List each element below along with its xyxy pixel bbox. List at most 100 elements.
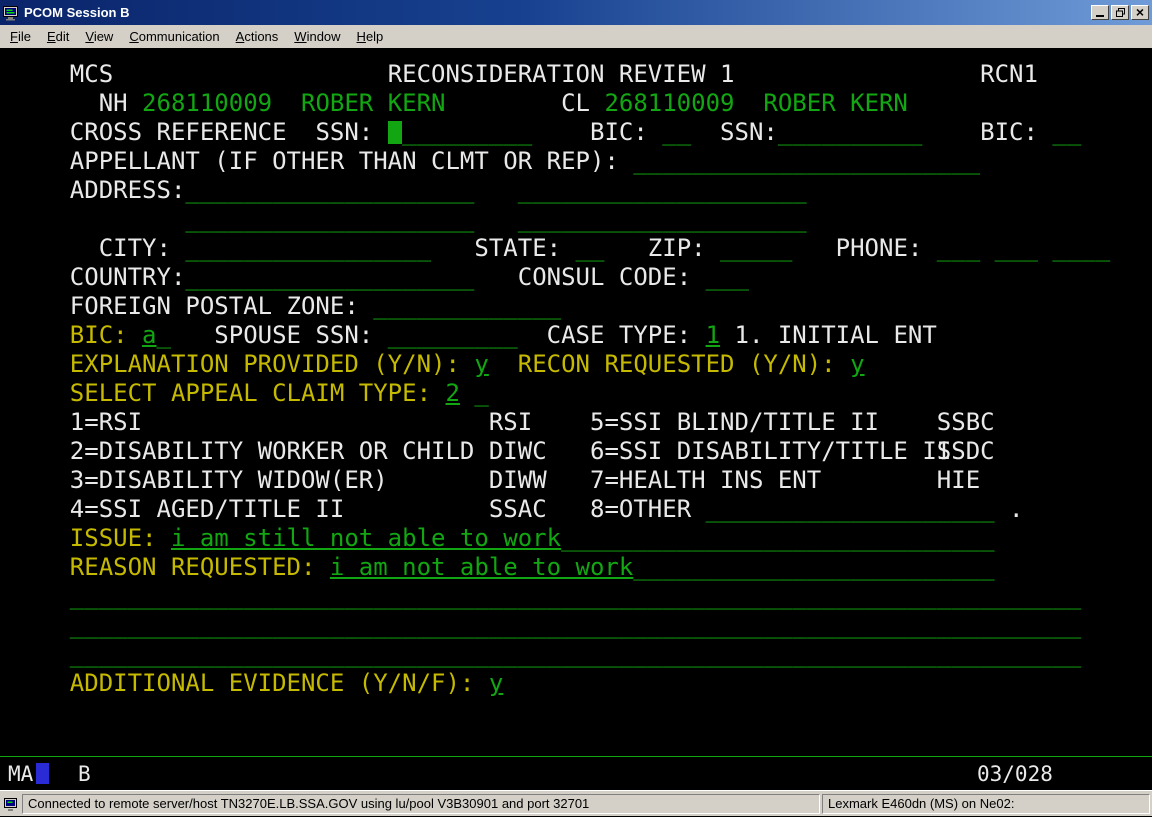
screen-title: RECONSIDERATION REVIEW 1	[388, 60, 735, 89]
oia-session-id: B	[78, 760, 91, 788]
claim-type-5-label: 5=SSI BLIND/TITLE II	[590, 408, 879, 437]
connection-status: Connected to remote server/host TN3270E.…	[22, 794, 820, 814]
minimize-button[interactable]	[1091, 5, 1109, 20]
terminal-row: REASON REQUESTED: i am not able to work__…	[0, 553, 1152, 582]
spouse-ssn-field[interactable]: _________	[388, 321, 518, 350]
oia-cursor-position: 03/028	[977, 760, 1053, 788]
period-label: .	[1009, 495, 1023, 524]
issue-value[interactable]: i am still not able to work	[171, 524, 561, 553]
additional-evidence-value[interactable]: y	[489, 669, 503, 698]
claim-type-2-code: DIWC	[489, 437, 547, 466]
reason-requested-label: REASON REQUESTED:	[70, 553, 316, 582]
additional-evidence-label: ADDITIONAL EVIDENCE (Y/N/F):	[70, 669, 475, 698]
claim-type-1-code: RSI	[489, 408, 532, 437]
menu-edit[interactable]: Edit	[39, 26, 77, 47]
address-line4-field[interactable]: ____________________	[518, 205, 807, 234]
claim-type-5-code: SSBC	[937, 408, 995, 437]
xref-ssn2-field[interactable]: __________	[778, 118, 923, 147]
nh-label: NH	[99, 89, 128, 118]
zip-label: ZIP:	[648, 234, 706, 263]
menu-file[interactable]: File	[2, 26, 39, 47]
menu-communication[interactable]: Communication	[121, 26, 227, 47]
zip-field[interactable]: _____	[720, 234, 792, 263]
appeal-claim-type-value[interactable]: 2	[446, 379, 460, 408]
consul-code-field[interactable]: ___	[706, 263, 749, 292]
state-label: STATE:	[474, 234, 561, 263]
consul-code-label: CONSUL CODE:	[518, 263, 691, 292]
claim-type-4-code: SSAC	[489, 495, 547, 524]
terminal-cursor	[388, 121, 402, 144]
case-type-label: CASE TYPE:	[547, 321, 692, 350]
close-icon: ×	[1136, 6, 1144, 19]
explanation-provided-value[interactable]: y	[474, 350, 488, 379]
xref-bic2-field[interactable]: __	[1052, 118, 1081, 147]
phone-label: PHONE:	[836, 234, 923, 263]
xref-bic-field[interactable]: __	[662, 118, 691, 147]
window-title: PCOM Session B	[24, 5, 129, 20]
other-claim-type-field[interactable]: ____________________	[706, 495, 995, 524]
minimize-icon	[1096, 15, 1104, 17]
terminal-row: 3=DISABILITY WIDOW(ER)DIWW7=HEALTH INS E…	[0, 466, 1152, 495]
address-line3-field[interactable]: ____________________	[185, 205, 474, 234]
cl-name: ROBER KERN	[763, 89, 908, 118]
foreign-postal-zone-field[interactable]: _____________	[373, 292, 561, 321]
state-field[interactable]: __	[576, 234, 605, 263]
reason-requested-value[interactable]: i am not able to work	[330, 553, 633, 582]
menu-actions[interactable]: Actions	[228, 26, 287, 47]
xref-ssn-label: SSN:	[315, 118, 373, 147]
terminal-row: COUNTRY:____________________ CONSUL CODE:…	[0, 263, 1152, 292]
title-bar: PCOM Session B ×	[0, 0, 1152, 25]
terminal-row: 4=SSI AGED/TITLE IISSAC8=OTHER__________…	[0, 495, 1152, 524]
reason-continuation-field-2[interactable]: ________________________________________…	[70, 611, 1081, 640]
phone-line-field[interactable]: ____	[1052, 234, 1110, 263]
restore-button[interactable]	[1111, 5, 1129, 20]
phone-prefix-field[interactable]: ___	[995, 234, 1038, 263]
foreign-postal-zone-label: FOREIGN POSTAL ZONE:	[70, 292, 359, 321]
case-type-value[interactable]: 1	[706, 321, 720, 350]
close-button[interactable]: ×	[1131, 5, 1149, 20]
terminal-row: ADDITIONAL EVIDENCE (Y/N/F): y	[0, 669, 1152, 698]
address-line1-field[interactable]: ____________________	[185, 176, 474, 205]
recon-requested-value[interactable]: y	[850, 350, 864, 379]
nh-name: ROBER KERN	[301, 89, 446, 118]
claim-type-6-label: 6=SSI DISABILITY/TITLE II	[590, 437, 951, 466]
terminal-row: 2=DISABILITY WORKER OR CHILD DIWC 6=SSI DI…	[0, 437, 1152, 466]
appellant-field[interactable]: ________________________	[633, 147, 980, 176]
reason-field-pad[interactable]: _________________________	[633, 553, 994, 582]
address-label: ADDRESS:	[70, 176, 186, 205]
reason-continuation-field-3[interactable]: ________________________________________…	[70, 640, 1081, 669]
claim-type-2-label: 2=DISABILITY WORKER OR CHILD	[70, 437, 475, 466]
country-field[interactable]: ____________________	[185, 263, 474, 292]
spouse-ssn-label: SPOUSE SSN:	[214, 321, 373, 350]
xref-bic-label: BIC:	[590, 118, 648, 147]
app-icon[interactable]	[3, 5, 19, 21]
bic-field-pad[interactable]: _	[157, 321, 171, 350]
terminal-row: NH268110009ROBER KERNCL268110009ROBER KE…	[0, 89, 1152, 118]
menu-help[interactable]: Help	[349, 26, 392, 47]
terminal-row: SELECT APPEAL CLAIM TYPE:2_	[0, 379, 1152, 408]
xref-ssn-field[interactable]: _________	[402, 118, 532, 147]
oia-status-row: MA B 03/028	[0, 760, 1152, 788]
phone-area-field[interactable]: ___	[937, 234, 980, 263]
terminal-row: MCSRECONSIDERATION REVIEW 1RCN1	[0, 60, 1152, 89]
menu-window[interactable]: Window	[286, 26, 348, 47]
terminal-row: ________________________________________…	[0, 582, 1152, 611]
menu-view[interactable]: View	[77, 26, 121, 47]
terminal-row: CITY:_________________STATE:__ZIP:_____P…	[0, 234, 1152, 263]
connection-icon	[4, 796, 20, 812]
issue-label: ISSUE:	[70, 524, 157, 553]
terminal-row: ________________________________________…	[0, 640, 1152, 669]
issue-field-pad[interactable]: ______________________________	[561, 524, 994, 553]
terminal-screen[interactable]: MA B 03/028 MCSRECONSIDERATION REVIEW 1R…	[0, 48, 1152, 790]
claim-type-3-code: DIWW	[489, 466, 547, 495]
claim-type-7-label: 7=HEALTH INS ENT	[590, 466, 821, 495]
cross-reference-label: CROSS REFERENCE	[70, 118, 287, 147]
menu-bar: File Edit View Communication Actions Win…	[0, 25, 1152, 48]
bic-value[interactable]: a	[142, 321, 156, 350]
country-label: COUNTRY:	[70, 263, 186, 292]
city-field[interactable]: _________________	[185, 234, 431, 263]
reason-continuation-field-1[interactable]: ________________________________________…	[70, 582, 1081, 611]
address-line2-field[interactable]: ____________________	[518, 176, 807, 205]
appeal-claim-type-extra-field[interactable]: _	[474, 379, 488, 408]
xref-bic2-label: BIC:	[980, 118, 1038, 147]
